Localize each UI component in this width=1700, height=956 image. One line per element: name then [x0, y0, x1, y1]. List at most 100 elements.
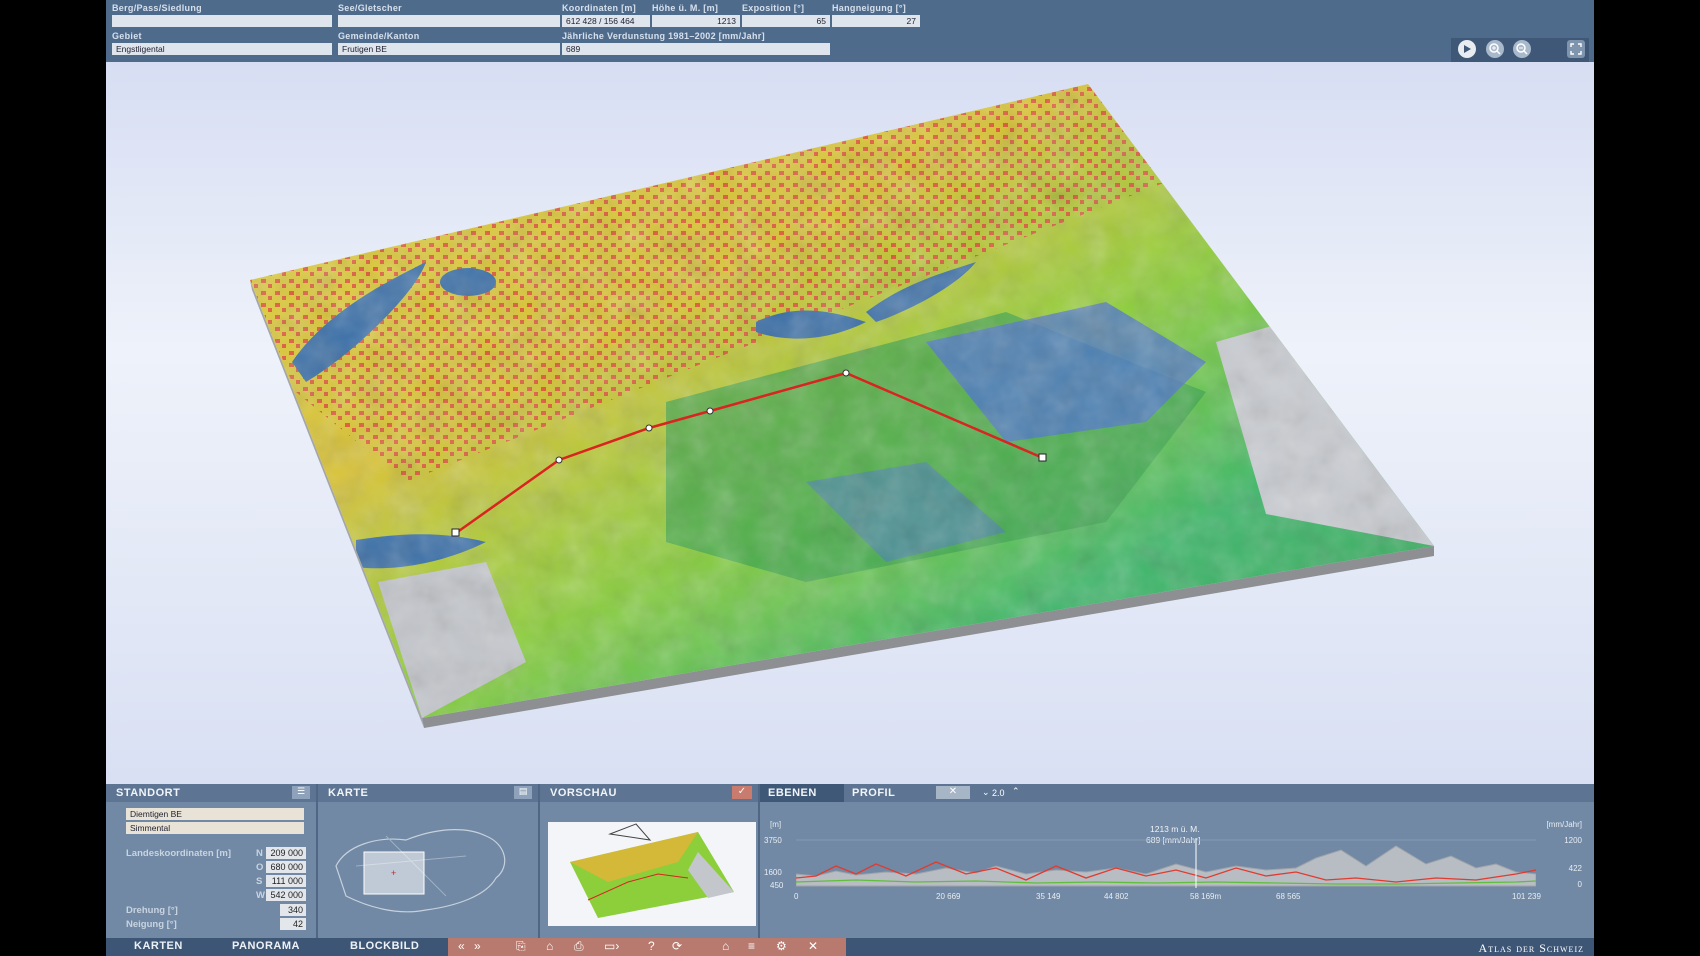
panel-karte: KARTE ▤ + — [318, 784, 540, 938]
list-view-icon[interactable]: ≡ — [748, 939, 755, 953]
scale-down-icon[interactable]: ⌄ — [982, 787, 990, 798]
print-icon[interactable]: ⎙ — [574, 939, 584, 954]
lock-icon[interactable]: ⌂ — [546, 939, 553, 953]
scale-value: 2.0 — [992, 788, 1005, 798]
tab-blockbild[interactable]: BLOCKBILD — [350, 940, 419, 952]
x-tick: 44 802 — [1104, 892, 1129, 901]
label-exposition: Exposition [°] — [742, 3, 805, 13]
settings-icon[interactable]: ⚙ — [776, 939, 787, 953]
panel-header: EBENEN PROFIL ✕ ⌄ 2.0 ⌃ — [760, 784, 1594, 802]
panel-title-standort: STANDORT — [116, 787, 181, 799]
route-waypoint[interactable] — [645, 424, 653, 432]
field-gebiet: Engstligental — [112, 43, 332, 55]
panel-title-vorschau: VORSCHAU — [550, 787, 617, 799]
panel-header: STANDORT ☰ — [106, 784, 316, 802]
rewind-icon[interactable]: « — [458, 939, 465, 953]
close-icon[interactable]: ✕ — [936, 786, 970, 799]
panel-ebenen-profil: EBENEN PROFIL ✕ ⌄ 2.0 ⌃ [m] [mm/Jahr] 12… — [760, 784, 1594, 938]
panel-vorschau: VORSCHAU ✓ — [540, 784, 760, 938]
list-icon[interactable]: ☰ — [292, 786, 310, 799]
info-bar: Berg/Pass/Siedlung See/Gletscher Koordin… — [106, 0, 1594, 62]
scale-up-icon[interactable]: ⌃ — [1012, 786, 1020, 797]
tab-panorama[interactable]: PANORAMA — [232, 940, 300, 952]
standort-field-region[interactable]: Simmental — [126, 822, 304, 834]
export-icon[interactable]: ▭› — [604, 939, 619, 953]
play-icon[interactable] — [1458, 40, 1476, 58]
y-right-tick: 422 — [1568, 864, 1582, 873]
map-settings-icon[interactable]: ▤ — [514, 786, 532, 799]
route-waypoint[interactable] — [842, 369, 850, 377]
coord-west-input[interactable]: 542 000 — [266, 889, 306, 901]
neigung-input[interactable]: 42 — [280, 918, 306, 930]
label-landeskoordinaten: Landeskoordinaten [m] — [126, 848, 232, 859]
toolbar: « » ⎘ ⌂ ⎙ ▭› ? ⟳ ⌂ ≡ ⚙ ✕ — [448, 938, 846, 956]
x-tick: 20 669 — [936, 892, 961, 901]
close-icon[interactable]: ✕ — [808, 939, 818, 953]
field-koordinaten: 612 428 / 156 464 — [562, 15, 650, 27]
label-gebiet: Gebiet — [112, 31, 142, 41]
y-right-tick: 0 — [1577, 880, 1582, 889]
panel-header: KARTE ▤ — [318, 784, 538, 802]
checkmark-icon[interactable]: ✓ — [732, 786, 752, 799]
route-waypoint[interactable] — [706, 407, 714, 415]
rotate-icon[interactable]: ⟳ — [672, 939, 682, 953]
home-icon[interactable]: ⌂ — [722, 939, 729, 953]
terrain-block[interactable] — [106, 62, 1594, 784]
field-berg[interactable] — [112, 15, 332, 27]
panel-title-karte: KARTE — [328, 787, 369, 799]
x-tick: 68 565 — [1276, 892, 1301, 901]
brand-label: Atlas der Schweiz — [1478, 941, 1584, 955]
coord-north-input[interactable]: 209 000 — [266, 847, 306, 859]
field-hangneigung: 27 — [832, 15, 920, 27]
field-gemeinde: Frutigen BE — [338, 43, 560, 55]
label-hoehe: Höhe ü. M. [m] — [652, 3, 719, 13]
tab-profil[interactable]: PROFIL — [852, 787, 895, 799]
y-left-tick: 450 — [770, 881, 784, 890]
x-tick: 35 149 — [1036, 892, 1061, 901]
overview-map[interactable]: + — [326, 806, 526, 934]
label-see: See/Gletscher — [338, 3, 402, 13]
preview-thumbnail[interactable] — [548, 822, 756, 926]
zoom-out-icon[interactable] — [1513, 40, 1531, 58]
x-tick: 101 239 — [1512, 892, 1541, 901]
label-drehung: Drehung [°] — [126, 905, 178, 916]
position-marker-icon: + — [391, 868, 396, 878]
help-icon[interactable]: ? — [648, 939, 655, 953]
route-start-marker[interactable] — [451, 528, 460, 537]
save-icon[interactable]: ⎘ — [516, 939, 526, 954]
panel-standort: STANDORT ☰ Diemtigen BE Simmental Landes… — [106, 784, 318, 938]
elevation-profile-chart[interactable] — [796, 838, 1536, 890]
drehung-input[interactable]: 340 — [280, 904, 306, 916]
zoom-in-icon[interactable] — [1486, 40, 1504, 58]
forward-icon[interactable]: » — [474, 939, 481, 953]
y-left-tick: 1600 — [764, 868, 782, 877]
field-exposition: 65 — [742, 15, 830, 27]
label-koordinaten: Koordinaten [m] — [562, 3, 636, 13]
coord-south-input[interactable]: 111 000 — [266, 875, 306, 887]
label-neigung: Neigung [°] — [126, 919, 177, 930]
elevation-area — [796, 845, 1536, 887]
x-tick: 58 169m — [1190, 892, 1222, 901]
relief-shading — [250, 84, 1434, 718]
coord-east-input[interactable]: 680 000 — [266, 861, 306, 873]
x-tick: 0 — [794, 892, 799, 901]
field-verdunstung: 689 — [562, 43, 830, 55]
camera-icon — [608, 823, 652, 841]
standort-field-gemeinde[interactable]: Diemtigen BE — [126, 808, 304, 820]
y-right-tick: 1200 — [1564, 836, 1582, 845]
coord-dir: S — [256, 876, 263, 887]
block-view-3d[interactable] — [106, 62, 1594, 784]
profile-unit-right: [mm/Jahr] — [1546, 820, 1582, 829]
coord-dir: N — [256, 848, 263, 859]
tab-karten[interactable]: KARTEN — [134, 940, 183, 952]
fullscreen-icon[interactable] — [1567, 40, 1585, 58]
tab-ebenen[interactable]: EBENEN — [768, 787, 817, 799]
route-waypoint[interactable] — [555, 456, 563, 464]
route-end-marker[interactable] — [1038, 453, 1047, 462]
profile-marker-elevation: 1213 m ü. M. — [1150, 824, 1200, 834]
field-see[interactable] — [338, 15, 560, 27]
bottom-panels: STANDORT ☰ Diemtigen BE Simmental Landes… — [106, 784, 1594, 938]
bottom-bar: KARTEN PANORAMA BLOCKBILD « » ⎘ ⌂ ⎙ ▭› ?… — [106, 938, 1594, 956]
label-hangneigung: Hangneigung [°] — [832, 3, 907, 13]
label-gemeinde: Gemeinde/Kanton — [338, 31, 420, 41]
